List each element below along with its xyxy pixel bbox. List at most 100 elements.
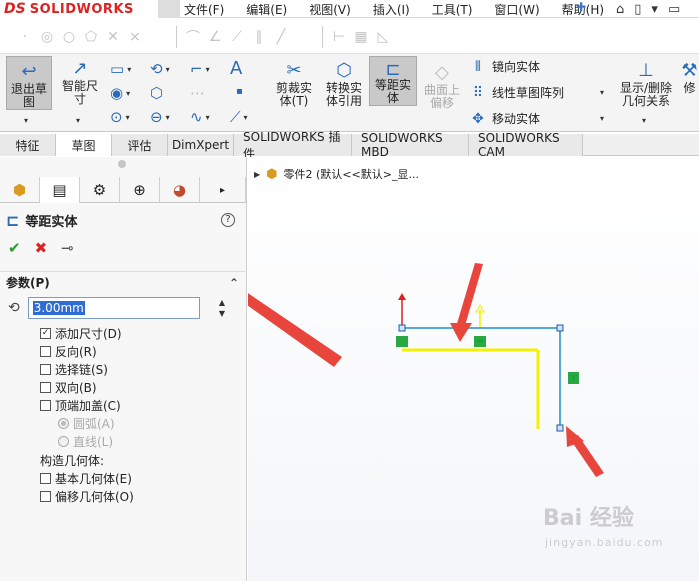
line-tool[interactable]: ▭ ▾ [110, 60, 131, 78]
option-reverse[interactable]: 反向(R) [40, 343, 97, 360]
convert-entities-button[interactable]: ⬡ 转换实体引用 [320, 58, 368, 108]
linear-pattern-button[interactable]: ⠿ 线性草图阵列 [470, 84, 564, 101]
tab-features[interactable]: 特征 [0, 134, 56, 156]
spline-dropdown-icon[interactable]: ▾ [166, 65, 170, 74]
new-dropdown-icon[interactable]: ▾ [647, 2, 662, 17]
move-dropdown-icon[interactable]: ▾ [600, 114, 604, 123]
option-base-geometry[interactable]: 基本几何体(E) [40, 470, 132, 487]
sketch-cross-icon[interactable]: ⨯ [124, 29, 146, 45]
configuration-manager-tab[interactable]: ⚙ [80, 177, 120, 203]
offset-entities-button[interactable]: ⊏ 等距实体 [369, 56, 417, 106]
mirror-entities-button[interactable]: ⫴ 镜向实体 [470, 58, 540, 75]
circle-icon[interactable]: ◎ [36, 29, 58, 45]
triangle-icon[interactable]: ◺ [372, 29, 394, 45]
angle-icon[interactable]: ∠ [204, 29, 226, 45]
spline-tool[interactable]: ⟲ ▾ [150, 60, 170, 78]
option-bidirectional[interactable]: 双向(B) [40, 379, 97, 396]
ok-check-icon[interactable]: ✔ [8, 239, 21, 257]
tab-cam[interactable]: SOLIDWORKS CAM [469, 131, 583, 159]
endpoint-start[interactable] [398, 324, 406, 332]
distance-icon[interactable]: ⊢ [328, 29, 350, 45]
circle-tool[interactable]: ◉ ▾ [110, 84, 130, 102]
option-cap-ends[interactable]: 顶端加盖(C) [40, 397, 121, 414]
property-manager-tab[interactable]: ▤ [40, 177, 80, 203]
cap-arc-radio[interactable] [58, 418, 69, 429]
menu-insert[interactable]: 插入(I) [373, 1, 410, 18]
spline-curve-dropdown-icon[interactable]: ▾ [206, 113, 210, 122]
spline-curve-tool[interactable]: ∿ ▾ [190, 108, 210, 126]
help-icon[interactable]: ? [221, 213, 235, 227]
distance-spinner[interactable]: ▲ ▼ [217, 297, 227, 319]
move-entities-button[interactable]: ✥ 移动实体 [470, 110, 540, 127]
bidirectional-checkbox[interactable] [40, 382, 51, 393]
tab-evaluate[interactable]: 评估 [112, 134, 168, 156]
show-delete-relations-button[interactable]: ⊥ 显示/删除几何关系 [616, 58, 676, 108]
keep-visible-pin-icon[interactable]: ⊸ [61, 239, 74, 257]
menu-tools[interactable]: 工具(T) [432, 1, 473, 18]
trim-entities-button[interactable]: ✂ 剪裁实体(T) [272, 58, 316, 108]
smart-dimension-dropdown-icon[interactable]: ▾ [76, 116, 80, 125]
new-document-icon[interactable]: ▯ [630, 2, 645, 17]
endpoint-end[interactable] [556, 424, 564, 432]
text-tool[interactable]: A [230, 58, 242, 79]
polygon-tool[interactable]: ⬡ [150, 84, 163, 102]
open-icon[interactable]: ▭ [664, 2, 684, 17]
centerline-icon[interactable]: ╱ [270, 29, 292, 45]
exit-sketch-button[interactable]: ↩ 退出草图 [6, 56, 52, 110]
solidworks-logo[interactable]: DS SOLIDWORKS [0, 0, 158, 18]
panel-grip[interactable] [118, 160, 126, 168]
parallel-icon[interactable]: ∥ [248, 29, 270, 45]
trim-grid-tool[interactable]: ⋯ [190, 84, 205, 102]
feature-manager-tab[interactable]: ⬢ [0, 177, 40, 203]
dimxpert-manager-tab[interactable]: ⊕ [120, 177, 160, 203]
offset-geometry-checkbox[interactable] [40, 491, 51, 502]
circle-outline-icon[interactable]: ○ [58, 29, 80, 45]
base-geometry-checkbox[interactable] [40, 473, 51, 484]
slot-dropdown-icon[interactable]: ▾ [166, 113, 170, 122]
arc-dropdown-icon[interactable]: ▾ [206, 65, 210, 74]
point-icon[interactable]: · [14, 29, 36, 45]
arc-tool[interactable]: ⌐ ▾ [190, 60, 210, 78]
menu-file[interactable]: 文件(F) [184, 1, 224, 18]
cap-ends-checkbox[interactable] [40, 400, 51, 411]
menu-window[interactable]: 窗口(W) [494, 1, 539, 18]
parameters-section-header[interactable]: 参数(P) ⌃ [0, 271, 247, 293]
panel-tabs-scroll[interactable]: ▸ [200, 177, 246, 203]
offset-distance-input[interactable]: 3.00mm [27, 297, 200, 319]
relations-dropdown-icon[interactable]: ▾ [642, 116, 646, 125]
ellipse-dropdown-icon[interactable]: ▾ [126, 113, 130, 122]
fillet-icon[interactable]: ⌒ [182, 27, 204, 47]
grid-icon[interactable]: ▦ [350, 29, 372, 45]
cap-arc-option[interactable]: 圆弧(A) [58, 415, 115, 432]
tab-sketch[interactable]: 草图 [56, 134, 112, 156]
reverse-checkbox[interactable] [40, 346, 51, 357]
logo-flyout[interactable] [158, 0, 180, 18]
offset-on-surface-button[interactable]: ◇ 曲面上偏移 [420, 60, 464, 110]
option-add-dimensions[interactable]: ✓ 添加尺寸(D) [40, 325, 122, 342]
menu-edit[interactable]: 编辑(E) [246, 1, 287, 18]
cap-line-option[interactable]: 直线(L) [58, 433, 113, 450]
construction-line-tool[interactable]: ⟋ ▾ [230, 108, 248, 126]
linear-pattern-dropdown-icon[interactable]: ▾ [600, 88, 604, 97]
spin-up-icon[interactable]: ▲ [217, 297, 227, 308]
tab-mbd[interactable]: SOLIDWORKS MBD [352, 131, 469, 159]
option-offset-geometry[interactable]: 偏移几何体(O) [40, 488, 134, 505]
slot-tool[interactable]: ⊖ ▾ [150, 108, 170, 126]
circle-dropdown-icon[interactable]: ▾ [126, 89, 130, 98]
ellipse-tool[interactable]: ⊙ ▾ [110, 108, 130, 126]
tab-addins[interactable]: SOLIDWORKS 插件 [234, 130, 352, 161]
exit-sketch-dropdown-icon[interactable]: ▾ [24, 116, 28, 125]
line-dropdown-icon[interactable]: ▾ [127, 65, 131, 74]
pin-menu-icon[interactable]: ✚ [576, 0, 586, 14]
cancel-x-icon[interactable]: ✖ [35, 239, 48, 257]
option-select-chain[interactable]: 选择链(S) [40, 361, 108, 378]
home-icon[interactable]: ⌂ [612, 2, 628, 17]
chamfer-icon[interactable]: ⟋ [226, 29, 248, 45]
endpoint-corner[interactable] [556, 324, 564, 332]
repair-sketch-button[interactable]: ⚒ 修 [680, 58, 699, 95]
tab-dimxpert[interactable]: DimXpert [168, 134, 234, 156]
construction-line-dropdown-icon[interactable]: ▾ [244, 113, 248, 122]
coincident-relation-icon[interactable] [396, 336, 408, 347]
cross-icon[interactable]: ✕ [102, 29, 124, 45]
collapse-chevron-icon[interactable]: ⌃ [229, 276, 239, 290]
